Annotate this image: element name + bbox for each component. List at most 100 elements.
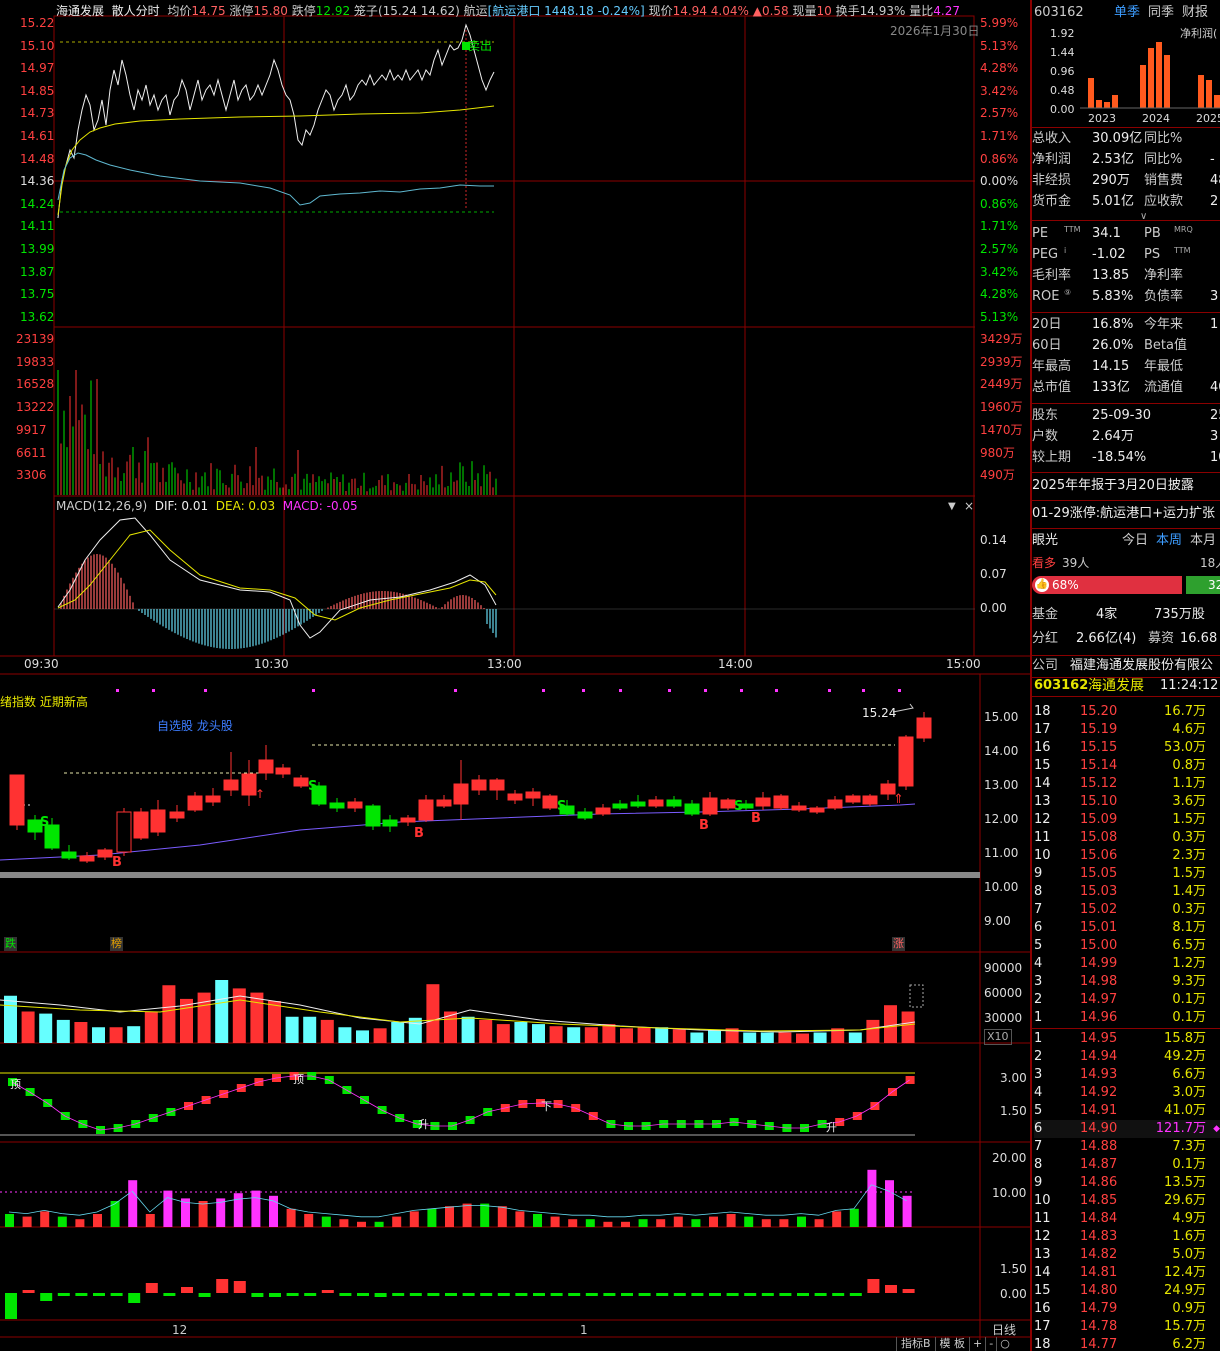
fin-value: 25- (1210, 408, 1220, 423)
order-row[interactable]: 3 14.98 9.3万 (1034, 973, 1220, 991)
candle-body (241, 773, 257, 796)
oscillator2-bar (902, 1195, 912, 1227)
order-row[interactable]: 11 15.08 0.3万 (1034, 829, 1220, 847)
order-level: 15 (1034, 758, 1051, 773)
daily-volume-bar (391, 1022, 405, 1043)
daily-volume-bar (109, 1027, 123, 1043)
expand-chevron-icon[interactable]: ∨ (1140, 210, 1147, 224)
remove-tab-button[interactable]: - (985, 1337, 996, 1351)
order-row[interactable]: 5 15.00 6.5万 (1034, 937, 1220, 955)
order-row[interactable]: 9 15.05 1.5万 (1034, 865, 1220, 883)
order-row[interactable]: 10 14.85 29.6万 (1034, 1192, 1220, 1210)
oscillator2-bar (832, 1211, 842, 1227)
oscillator3-bar (40, 1293, 53, 1301)
order-row[interactable]: 6 15.01 8.1万 (1034, 919, 1220, 937)
order-row[interactable]: 18 15.20 16.7万 (1034, 703, 1220, 721)
oscillator2-bar (5, 1214, 14, 1227)
candle-body (791, 805, 807, 811)
order-row[interactable]: 11 14.84 4.9万 (1034, 1210, 1220, 1228)
order-row[interactable]: 12 14.83 1.6万 (1034, 1228, 1220, 1246)
add-tab-button[interactable]: + (969, 1337, 985, 1351)
dividend-value: 2.66亿(4) (1076, 631, 1137, 646)
daily-volume-bar (39, 1013, 53, 1043)
fund-label: 基金 (1032, 607, 1059, 622)
order-row[interactable]: 16 15.15 53.0万 (1034, 739, 1220, 757)
daily-volume-bar (320, 1019, 334, 1043)
order-row[interactable]: 10 15.06 2.3万 (1034, 847, 1220, 865)
oscillator2-bar (744, 1216, 754, 1227)
order-volume: 13.5万 (1164, 1175, 1206, 1190)
daily-volume-bar (56, 1019, 70, 1043)
oscillator2-bar (75, 1219, 85, 1227)
order-row[interactable]: 2 14.94 49.2万 (1034, 1048, 1220, 1066)
daily-kline-chart[interactable]: BBB BSSS S↑ ⇑顶 顶下升升 (0, 0, 1030, 1351)
fin-value: 3 (1210, 429, 1219, 444)
order-row[interactable]: 8 14.87 0.1万 (1034, 1156, 1220, 1174)
candle-body (150, 809, 166, 833)
order-row[interactable]: 18 14.77 6.2万 (1034, 1336, 1220, 1351)
order-row[interactable]: 4 14.92 3.0万 (1034, 1084, 1220, 1102)
gray-band (0, 872, 980, 878)
order-row[interactable]: 13 15.10 3.6万 (1034, 793, 1220, 811)
oscillator3-bar (709, 1293, 721, 1296)
order-row[interactable]: 1 14.95 15.8万 (1034, 1030, 1220, 1048)
circle-tab-button[interactable]: ○ (996, 1337, 1013, 1351)
tick-name: 海通发展 (1088, 678, 1144, 694)
oscillator2-bar (779, 1219, 789, 1227)
order-row[interactable]: 7 15.02 0.3万 (1034, 901, 1220, 919)
oscillator3-bar (374, 1293, 387, 1297)
eye-tab-month[interactable]: 本月 (1190, 534, 1216, 548)
order-row[interactable]: 15 15.14 0.8万 (1034, 757, 1220, 775)
eye-tab-week[interactable]: 本周 (1156, 534, 1182, 548)
order-row[interactable]: 6 14.90 121.7万 ◆ (1034, 1120, 1220, 1138)
order-row[interactable]: 16 14.79 0.9万 (1034, 1300, 1220, 1318)
indicator-b-tab[interactable]: 指标B (896, 1337, 935, 1351)
oscillator3-bar (797, 1293, 809, 1296)
buy-sell-marker: B (112, 855, 122, 870)
order-row[interactable]: 14 15.12 1.1万 (1034, 775, 1220, 793)
order-row[interactable]: 5 14.91 41.0万 (1034, 1102, 1220, 1120)
order-row[interactable]: 7 14.88 7.3万 (1034, 1138, 1220, 1156)
daily-line-tab[interactable]: 日线 (992, 1323, 1016, 1337)
section-divider (1032, 220, 1220, 221)
fin-key: 应收款 (1144, 194, 1184, 209)
order-level: 7 (1034, 902, 1043, 917)
order-row[interactable]: 4 14.99 1.2万 (1034, 955, 1220, 973)
oscillator-line (11, 1075, 910, 1131)
order-volume: 53.0万 (1164, 740, 1206, 755)
fin-value: 48 (1210, 173, 1220, 188)
order-volume: 1.5万 (1172, 866, 1206, 881)
fin-value: 3 (1210, 289, 1219, 304)
eye-tab-today[interactable]: 今日 (1122, 534, 1148, 548)
buy-sell-marker: S (734, 799, 743, 814)
axis-label: 2025 (1196, 112, 1220, 125)
daily-volume-bar (197, 992, 211, 1043)
profit-bar (1148, 48, 1154, 108)
order-row[interactable]: 12 15.09 1.5万 (1034, 811, 1220, 829)
limit-news[interactable]: 01-29涨停:航运港口+运力扩张 (1032, 507, 1215, 521)
template-tab[interactable]: 模 板 (934, 1337, 970, 1351)
fin-value: -18.54% (1092, 450, 1147, 465)
order-row[interactable]: 17 15.19 4.6万 (1034, 721, 1220, 739)
order-volume: 4.6万 (1172, 722, 1206, 737)
buy-sell-marker: B (751, 811, 761, 826)
oscillator2-bar (867, 1169, 877, 1227)
order-row[interactable]: 15 14.80 24.9万 (1034, 1282, 1220, 1300)
order-row[interactable]: 8 15.03 1.4万 (1034, 883, 1220, 901)
order-row[interactable]: 14 14.81 12.4万 (1034, 1264, 1220, 1282)
profit-mini-chart (1080, 42, 1220, 109)
oscillator3-bar (181, 1287, 193, 1293)
oscillator3-bar (216, 1279, 229, 1293)
order-row[interactable]: 3 14.93 6.6万 (1034, 1066, 1220, 1084)
oscillator2-bar (585, 1219, 595, 1227)
order-row[interactable]: 1 14.96 0.1万 (1034, 1009, 1220, 1027)
order-row[interactable]: 13 14.82 5.0万 (1034, 1246, 1220, 1264)
fin-superscript: TTM (1064, 225, 1081, 234)
oscillator3-bar (409, 1293, 422, 1296)
profit-bar (1198, 75, 1204, 108)
order-row[interactable]: 2 14.97 0.1万 (1034, 991, 1220, 1009)
order-row[interactable]: 9 14.86 13.5万 (1034, 1174, 1220, 1192)
oscillator2-bar (339, 1219, 349, 1227)
volume-unit: X10 (984, 1029, 1012, 1045)
order-row[interactable]: 17 14.78 15.7万 (1034, 1318, 1220, 1336)
